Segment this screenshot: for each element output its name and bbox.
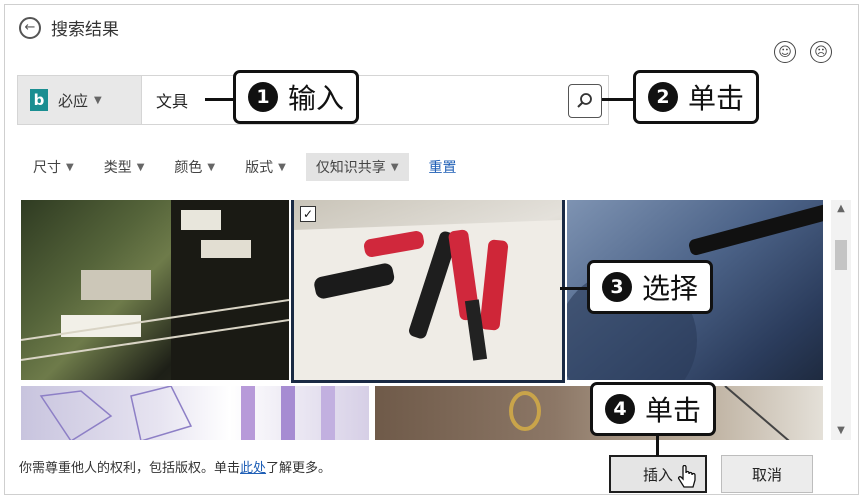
filter-creative-commons[interactable]: 仅知识共享 ▼ <box>305 153 409 181</box>
feedback-group: ☺ ☹ <box>774 41 832 63</box>
crystal-drawing-image <box>39 386 335 440</box>
cancel-button[interactable]: 取消 <box>721 455 813 493</box>
callout-connector <box>656 436 659 456</box>
chevron-down-icon: ▼ <box>278 161 286 173</box>
copyright-notice: 你需尊重他人的权利，包括版权。单击此处了解更多。 <box>19 457 331 476</box>
checkmark-icon[interactable]: ✓ <box>300 206 316 222</box>
notice-text: 你需尊重他人的权利，包括版权。单击 <box>19 461 241 476</box>
callout-text: 单击 <box>645 394 702 427</box>
filter-label: 颜色 <box>174 160 203 176</box>
provider-label: 必应 <box>58 91 89 110</box>
dialog-header: ← 搜索结果 <box>19 15 119 40</box>
chevron-down-icon: ▼ <box>66 161 74 173</box>
callout-connector <box>560 287 588 290</box>
filter-type[interactable]: 类型 ▼ <box>104 157 145 177</box>
smile-icon[interactable]: ☺ <box>774 41 796 63</box>
scroll-up-icon[interactable]: ▲ <box>831 200 851 218</box>
chevron-down-icon: ▼ <box>390 161 399 173</box>
learn-more-link[interactable]: 此处 <box>240 461 266 476</box>
scroll-down-icon[interactable]: ▼ <box>831 422 851 440</box>
chevron-down-icon: ▼ <box>136 161 145 173</box>
vertical-scrollbar[interactable]: ▲ ▼ <box>831 200 851 440</box>
filter-label: 仅知识共享 <box>315 160 386 176</box>
notebook-shelf-image <box>21 200 289 380</box>
callout-2: 2 单击 <box>633 70 760 124</box>
filter-color[interactable]: 颜色 ▼ <box>174 157 215 177</box>
callout-number: 4 <box>605 394 635 424</box>
callout-1: 1 输入 <box>233 70 360 124</box>
callout-text: 单击 <box>688 82 745 115</box>
callout-3: 3 选择 <box>587 260 714 314</box>
callout-connector <box>205 98 235 101</box>
callout-text: 选择 <box>642 272 699 305</box>
back-arrow-icon[interactable]: ← <box>19 16 41 39</box>
callout-4: 4 单击 <box>590 382 717 436</box>
filter-layout[interactable]: 版式 ▼ <box>245 157 286 177</box>
hand-cursor-icon <box>677 465 696 488</box>
provider-dropdown[interactable]: b 必应 ▼ <box>18 76 142 124</box>
filter-size[interactable]: 尺寸 ▼ <box>33 157 74 177</box>
filter-label: 类型 <box>103 160 132 176</box>
scroll-thumb[interactable] <box>835 240 847 270</box>
frown-icon[interactable]: ☹ <box>810 41 832 63</box>
callout-number: 2 <box>648 82 678 112</box>
filter-label: 版式 <box>245 160 274 176</box>
image-result[interactable] <box>21 200 289 380</box>
page-title: 搜索结果 <box>51 20 119 40</box>
callout-connector <box>602 98 636 101</box>
callout-text: 输入 <box>288 82 345 115</box>
filter-label: 尺寸 <box>33 160 61 176</box>
reset-link[interactable]: 重置 <box>429 157 457 177</box>
callout-number: 3 <box>602 272 632 302</box>
bing-logo-icon: b <box>30 89 48 111</box>
chevron-down-icon: ▼ <box>94 94 102 106</box>
notice-text-end: 了解更多。 <box>266 461 332 476</box>
selected-image-frame: ✓ <box>291 200 565 383</box>
chevron-down-icon: ▼ <box>207 161 216 173</box>
image-result[interactable] <box>21 386 369 440</box>
search-button[interactable] <box>568 84 602 118</box>
search-icon <box>577 93 592 108</box>
callout-number: 1 <box>248 82 278 112</box>
filter-bar: 尺寸 ▼ 类型 ▼ 颜色 ▼ 版式 ▼ 仅知识共享 ▼ 重置 <box>33 153 457 181</box>
